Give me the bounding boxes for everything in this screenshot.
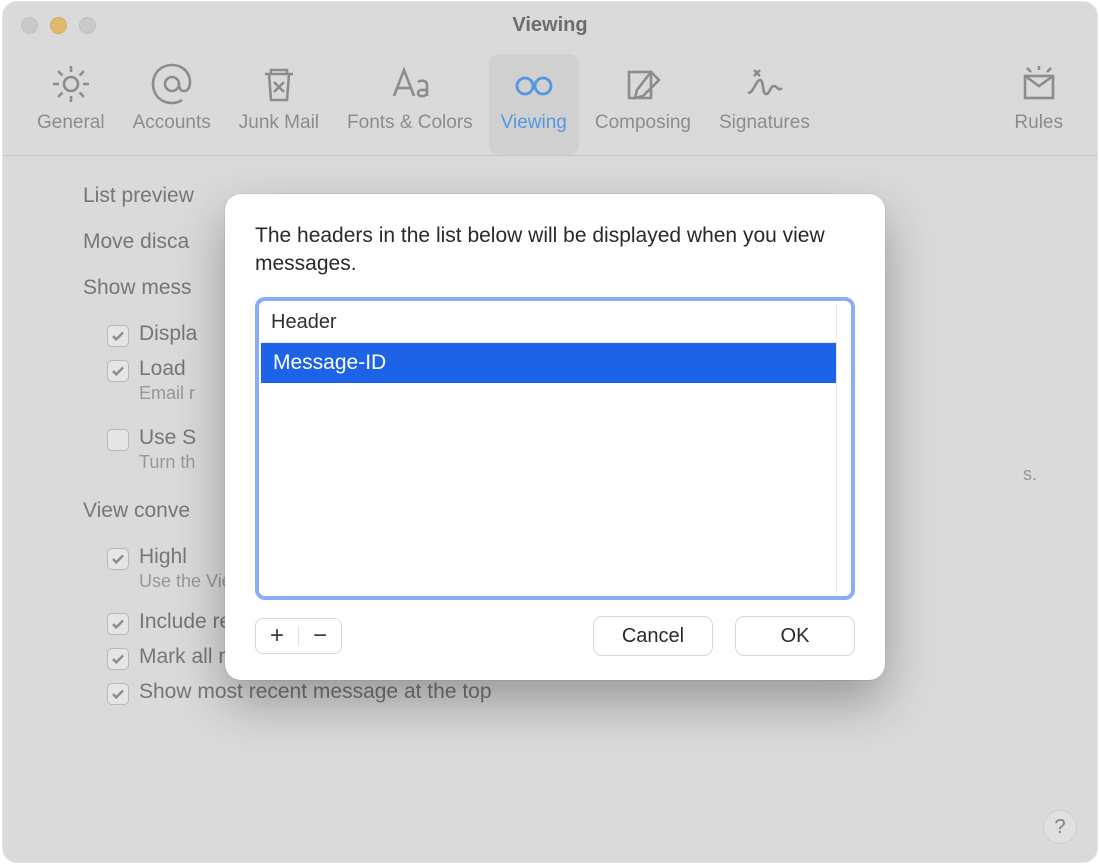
cancel-button[interactable]: Cancel xyxy=(593,616,713,656)
add-remove-control: + − xyxy=(255,618,342,654)
minus-icon: − xyxy=(313,622,327,650)
list-item[interactable]: Message-ID xyxy=(261,343,836,383)
dialog-description: The headers in the list below will be di… xyxy=(255,222,855,279)
preferences-window: Viewing General Accounts xyxy=(3,2,1097,862)
add-header-button[interactable]: + xyxy=(256,619,298,653)
remove-header-button[interactable]: − xyxy=(299,619,341,653)
header-name: Message-ID xyxy=(273,351,386,374)
custom-headers-dialog: The headers in the list below will be di… xyxy=(225,194,885,680)
plus-icon: + xyxy=(270,622,284,650)
headers-list-body: Message-ID xyxy=(261,343,837,594)
ok-button[interactable]: OK xyxy=(735,616,855,656)
headers-column-header: Header xyxy=(261,303,837,343)
dialog-footer: + − Cancel OK xyxy=(255,616,855,656)
headers-list[interactable]: Header Message-ID xyxy=(255,297,855,600)
